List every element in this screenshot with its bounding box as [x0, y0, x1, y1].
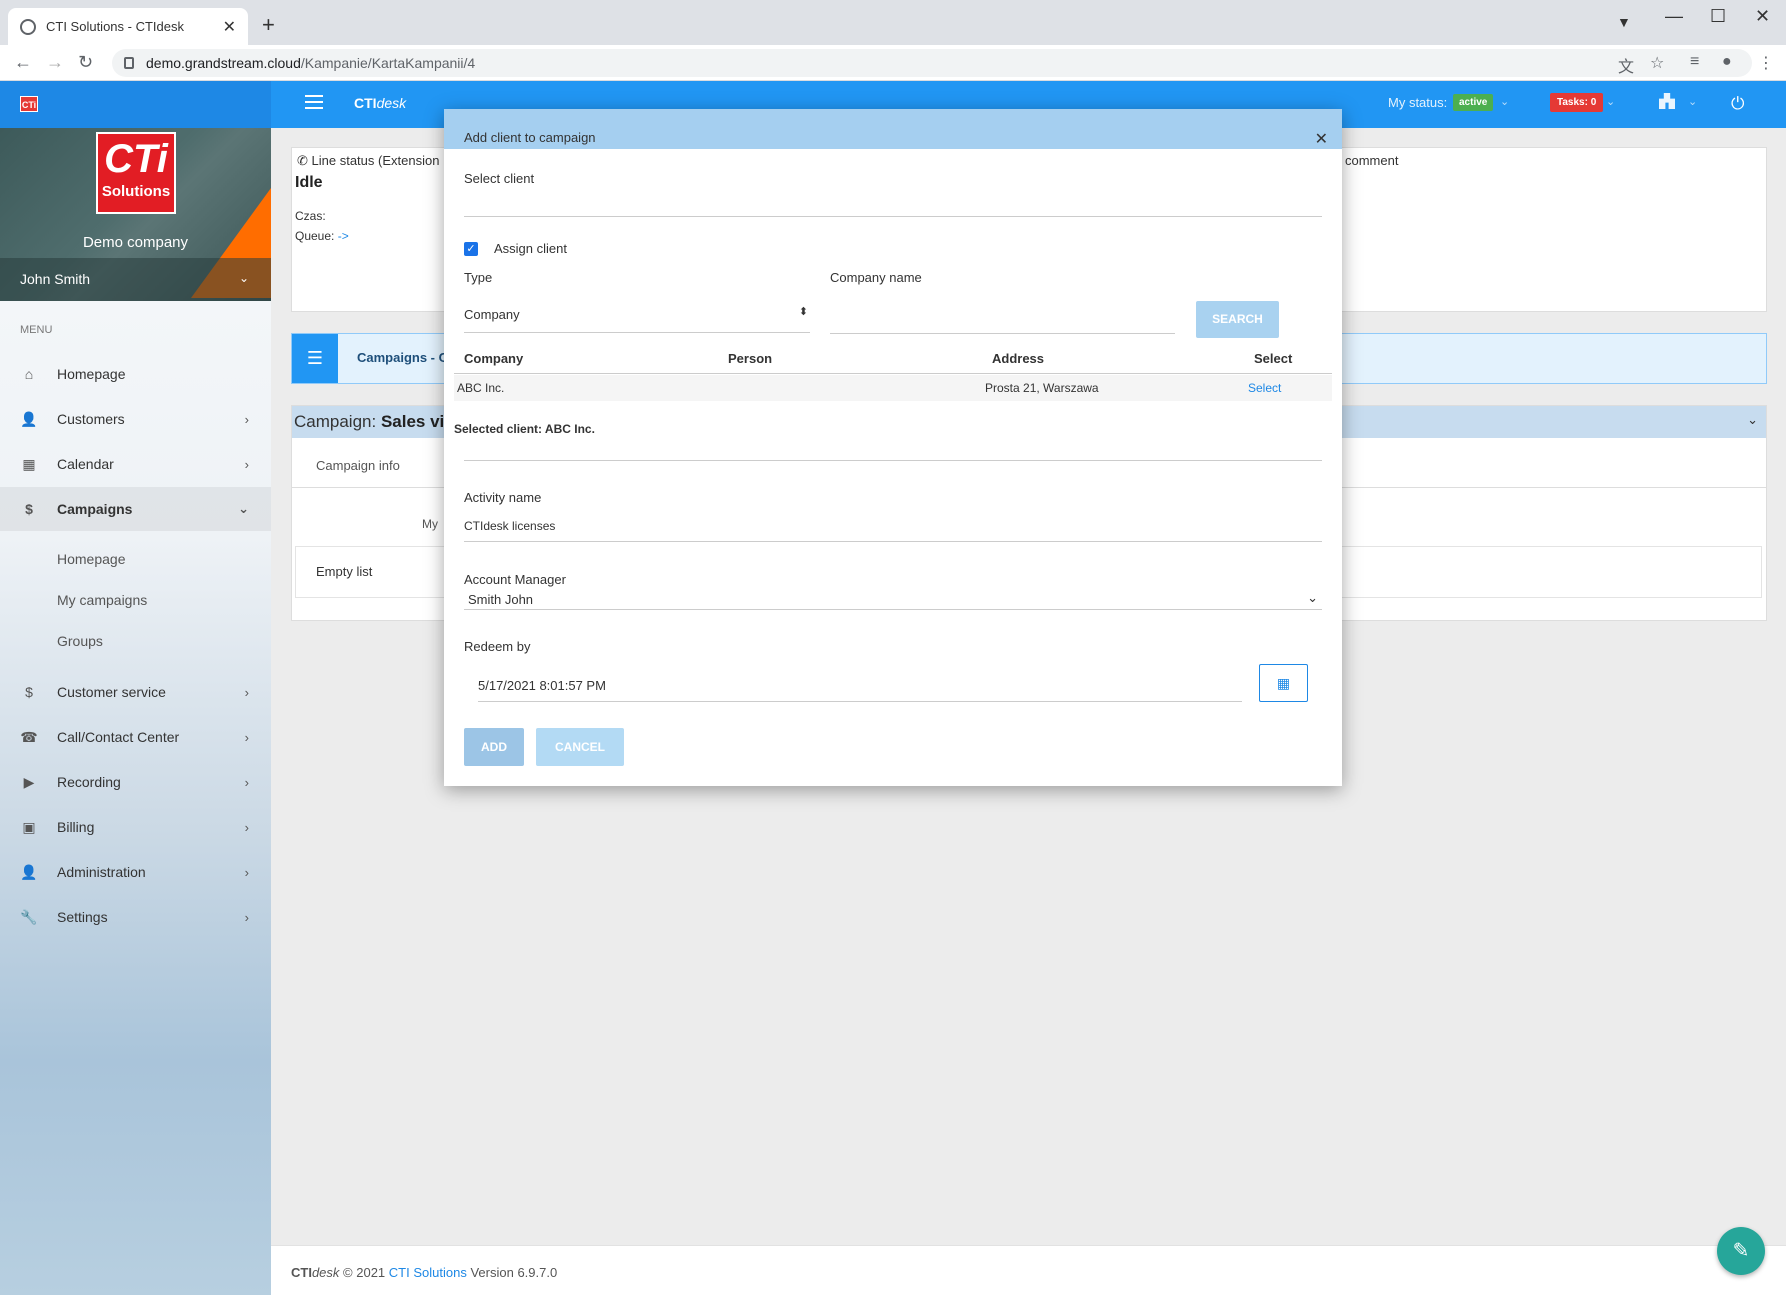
selected-client: Selected client: ABC Inc.: [454, 422, 595, 436]
search-button[interactable]: SEARCH: [1196, 301, 1279, 338]
th-company: Company: [464, 351, 524, 366]
activity-name-label: Activity name: [464, 490, 542, 505]
profile-icon[interactable]: ●: [1722, 53, 1732, 71]
table-row: ABC Inc. Prosta 21, Warszawa Select: [454, 375, 1332, 401]
browser-toolbar: ← → ↻ demo.grandstream.cloud/Kampanie/Ka…: [0, 45, 1786, 81]
account-manager-select[interactable]: Smith John: [468, 592, 533, 607]
translate-icon[interactable]: 文: [1618, 53, 1634, 77]
type-select[interactable]: Company ⬍: [464, 303, 810, 333]
profile-dropdown-icon[interactable]: ▼: [1617, 14, 1631, 30]
activity-name-input[interactable]: CTIdesk licenses: [464, 519, 555, 533]
tab-title: CTI Solutions - CTIdesk: [46, 19, 184, 34]
results-table-header: Company Person Address Select: [454, 344, 1332, 374]
company-name-label: Company name: [830, 270, 922, 285]
cancel-button[interactable]: CANCEL: [536, 728, 624, 766]
cell-address: Prosta 21, Warszawa: [985, 381, 1099, 395]
th-select: Select: [1254, 351, 1293, 366]
forward-icon[interactable]: →: [46, 52, 64, 73]
account-manager-underline: [464, 609, 1322, 610]
maximize-icon[interactable]: ☐: [1710, 6, 1726, 27]
th-address: Address: [992, 351, 1045, 366]
assign-client-label: Assign client: [494, 241, 567, 256]
new-tab-icon[interactable]: +: [262, 12, 275, 38]
browser-menu-icon[interactable]: ⋮: [1758, 53, 1774, 73]
type-select-value: Company: [464, 307, 520, 322]
address-bar[interactable]: demo.grandstream.cloud/Kampanie/KartaKam…: [112, 49, 1752, 77]
account-manager-label: Account Manager: [464, 572, 566, 587]
back-icon[interactable]: ←: [14, 52, 32, 73]
url-host: demo.grandstream.cloud: [146, 55, 301, 71]
add-button[interactable]: ADD: [464, 728, 524, 766]
minimize-icon[interactable]: —: [1665, 6, 1683, 27]
select-link[interactable]: Select: [1248, 381, 1281, 395]
reading-list-icon[interactable]: ≡: [1690, 53, 1699, 71]
modal-title: Add client to campaign: [464, 130, 596, 145]
lock-icon: [124, 57, 134, 69]
cell-company: ABC Inc.: [457, 381, 505, 395]
url-path: /Kampanie/KartaKampanii/4: [300, 55, 476, 71]
assign-client-checkbox[interactable]: ✓: [464, 242, 478, 256]
close-window-icon[interactable]: ✕: [1755, 6, 1770, 27]
close-icon[interactable]: ✕: [1315, 129, 1328, 149]
browser-tabstrip: CTI Solutions - CTIdesk ✕ + ▼ — ☐ ✕: [0, 0, 1786, 45]
company-name-input[interactable]: [830, 333, 1175, 334]
redeem-by-underline: [478, 701, 1242, 702]
th-person: Person: [728, 351, 773, 366]
chevron-down-icon[interactable]: ⌄: [1307, 590, 1318, 606]
calendar-icon[interactable]: ▦: [1259, 664, 1308, 702]
redeem-by-label: Redeem by: [464, 639, 531, 654]
divider: [464, 460, 1322, 461]
sort-arrows-icon: ⬍: [798, 306, 808, 318]
browser-tab[interactable]: CTI Solutions - CTIdesk ✕: [8, 8, 248, 45]
redeem-by-input[interactable]: 5/17/2021 8:01:57 PM: [478, 678, 606, 693]
close-tab-icon[interactable]: ✕: [223, 17, 236, 37]
select-client-field[interactable]: [464, 216, 1322, 217]
star-icon[interactable]: ☆: [1650, 53, 1664, 73]
select-client-label: Select client: [464, 171, 535, 186]
activity-name-underline: [464, 541, 1322, 542]
add-client-modal: Add client to campaign ✕ Select client ✓…: [444, 109, 1342, 786]
globe-icon: [20, 18, 36, 35]
type-label: Type: [464, 270, 493, 285]
reload-icon[interactable]: ↻: [78, 52, 93, 73]
